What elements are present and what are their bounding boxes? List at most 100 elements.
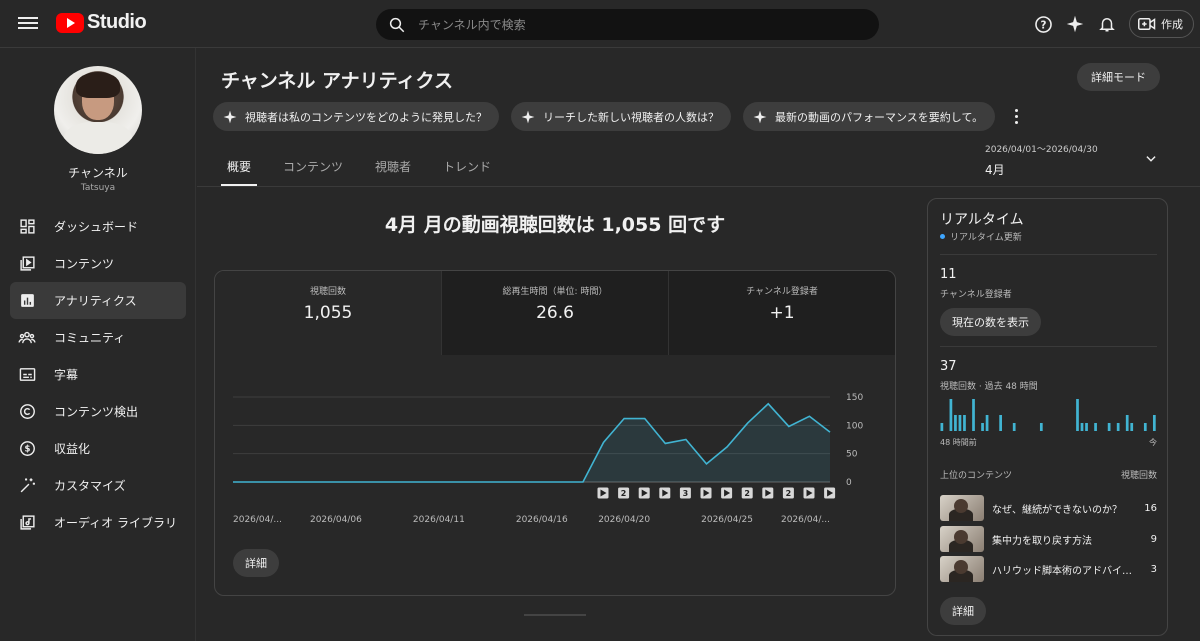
help-icon[interactable]: ? [1033,14,1053,34]
sidebar-item-audio-library[interactable]: オーディオ ライブラリ [10,504,186,541]
top-content-row[interactable]: なぜ、継続ができないのか？ 16 [940,495,1157,521]
realtime-views-bar-chart [940,399,1156,431]
tab-audience[interactable]: 視聴者 [369,152,417,186]
chip-label: 視聴者は私のコンテンツをどのように発見した？ [245,110,487,124]
tab-trends[interactable]: トレンド [437,152,497,186]
search-icon[interactable] [388,16,406,34]
realtime-bar [1125,415,1129,431]
logo-text: Studio [87,11,147,33]
notifications-icon[interactable] [1097,14,1117,34]
sidebar-item-dashboard[interactable]: ダッシュボード [10,208,186,245]
main-content: チャンネル アナリティクス 詳細モード 視聴者は私のコンテンツをどのように発見し… [197,48,1200,641]
x-tick-label: 2026/04/06 [310,515,362,525]
suggestion-chips: 視聴者は私のコンテンツをどのように発見した？ リーチした新しい視聴者の人数は？ … [213,102,1025,131]
date-range-selector[interactable]: 2026/04/01～2026/04/30 4月 [985,142,1098,178]
sidebar-item-customization[interactable]: カスタマイズ [10,467,186,504]
x-tick-label: 2026/04/25 [701,515,753,525]
sidebar-item-content[interactable]: コンテンツ [10,245,186,282]
search-input[interactable] [418,17,838,32]
x-tick-label: 2026/04/11 [413,515,465,525]
sidebar-item-copyright[interactable]: コンテンツ検出 [10,393,186,430]
tab-content[interactable]: コンテンツ [277,152,349,186]
realtime-views-value: 37 [940,359,957,374]
menu-icon[interactable] [18,14,38,34]
realtime-bar [981,423,984,431]
y-tick-label: 0 [846,478,852,488]
details-button[interactable]: 詳細 [233,549,279,577]
top-content-row[interactable]: 集中力を取り戻す方法 9 [940,526,1157,552]
more-options-icon[interactable] [1007,107,1025,127]
marker-count: 2 [786,489,792,498]
metric-watch-time[interactable]: 総再生時間（単位: 時間） 26.6 [442,271,669,355]
metric-subscribers[interactable]: チャンネル登録者 +1 [669,271,895,355]
realtime-bar [940,423,944,431]
sidebar-item-label: オーディオ ライブラリ [54,516,177,530]
divider [940,254,1157,255]
subtitles-icon [18,366,36,384]
chevron-down-icon[interactable] [1144,152,1158,166]
live-dot-icon [940,234,945,239]
sidebar-item-subtitles[interactable]: 字幕 [10,356,186,393]
realtime-title: リアルタイム [940,212,1024,228]
metric-value: +1 [769,303,795,323]
realtime-subscribers-value: 11 [940,267,957,282]
customization-icon [18,477,36,495]
sparkle-icon [521,110,535,123]
video-thumbnail [940,556,984,582]
sidebar-item-label: ダッシュボード [54,220,139,234]
audio-library-icon [18,514,36,532]
sidebar-item-monetization[interactable]: $ 収益化 [10,430,186,467]
dashboard-icon [18,218,36,236]
channel-name: チャンネル [68,166,128,180]
sidebar-item-community[interactable]: コミュニティ [10,319,186,356]
tabs-divider [197,186,1200,187]
metric-value: 1,055 [303,303,353,323]
realtime-views-label: 視聴回数 · 過去 48 時間 [940,382,1038,392]
top-content-header: 上位のコンテンツ 視聴回数 [940,468,1157,481]
realtime-axis-end: 今 [1149,438,1157,447]
detail-mode-button[interactable]: 詳細モード [1077,63,1160,91]
realtime-bar [1080,423,1084,431]
realtime-bar [1012,423,1016,431]
realtime-bar [958,415,962,431]
search-bar[interactable] [376,9,879,40]
suggestion-chip[interactable]: 最新の動画のパフォーマンスを要約して。 [743,102,996,131]
realtime-details-button[interactable]: 詳細 [940,597,986,625]
date-period-label: 4月 [985,163,1005,177]
marker-count: 2 [744,489,750,498]
realtime-panel: リアルタイム リアルタイム更新 11 チャンネル登録者 現在の数を表示 37 視… [927,198,1168,636]
top-content-row[interactable]: ハリウッド脚本術のアドバイ… 3 [940,556,1157,582]
show-current-count-button[interactable]: 現在の数を表示 [940,308,1041,336]
chip-label: リーチした新しい視聴者の人数は？ [543,110,719,124]
sidebar: チャンネル Tatsuya ダッシュボード コンテンツ アナリティクス コミュニ… [0,48,196,641]
realtime-bar [963,415,966,431]
tab-overview[interactable]: 概要 [221,152,258,186]
analytics-tabs: 概要 コンテンツ 視聴者 トレンド [221,152,517,186]
chip-label: 最新の動画のパフォーマンスを要約して。 [775,110,984,124]
sidebar-item-label: コミュニティ [54,331,126,345]
realtime-bar [1076,399,1079,431]
svg-text:$: $ [24,445,30,455]
realtime-bar [1116,423,1120,431]
metric-tabs: 視聴回数 1,055 総再生時間（単位: 時間） 26.6 チャンネル登録者 +… [215,271,895,355]
suggestion-chip[interactable]: リーチした新しい視聴者の人数は？ [511,102,731,131]
create-label: 作成 [1161,18,1183,31]
channel-avatar[interactable] [54,66,142,154]
y-tick-label: 50 [846,450,858,460]
views-chart: 0 50 100 150 2 3 2 2 2026/04/... 2026/04/06 2026/0… [233,393,863,525]
studio-logo[interactable]: Studio [56,11,147,34]
suggestion-chip[interactable]: 視聴者は私のコンテンツをどのように発見した？ [213,102,499,131]
sidebar-item-analytics[interactable]: アナリティクス [10,282,186,319]
x-tick-label: 2026/04/16 [516,515,568,525]
svg-text:?: ? [1040,19,1046,31]
content-icon [18,255,36,273]
video-title: ハリウッド脚本術のアドバイ… [992,565,1132,577]
sidebar-item-label: 字幕 [54,368,79,382]
sidebar-item-label: コンテンツ検出 [54,405,139,419]
sparkle-icon[interactable] [1065,14,1085,34]
top-actions: ? 作成 [1033,10,1194,38]
sidebar-item-label: 収益化 [54,442,91,456]
realtime-live-indicator: リアルタイム更新 [940,230,1022,243]
create-button[interactable]: 作成 [1129,10,1194,38]
metric-views[interactable]: 視聴回数 1,055 [215,271,442,355]
